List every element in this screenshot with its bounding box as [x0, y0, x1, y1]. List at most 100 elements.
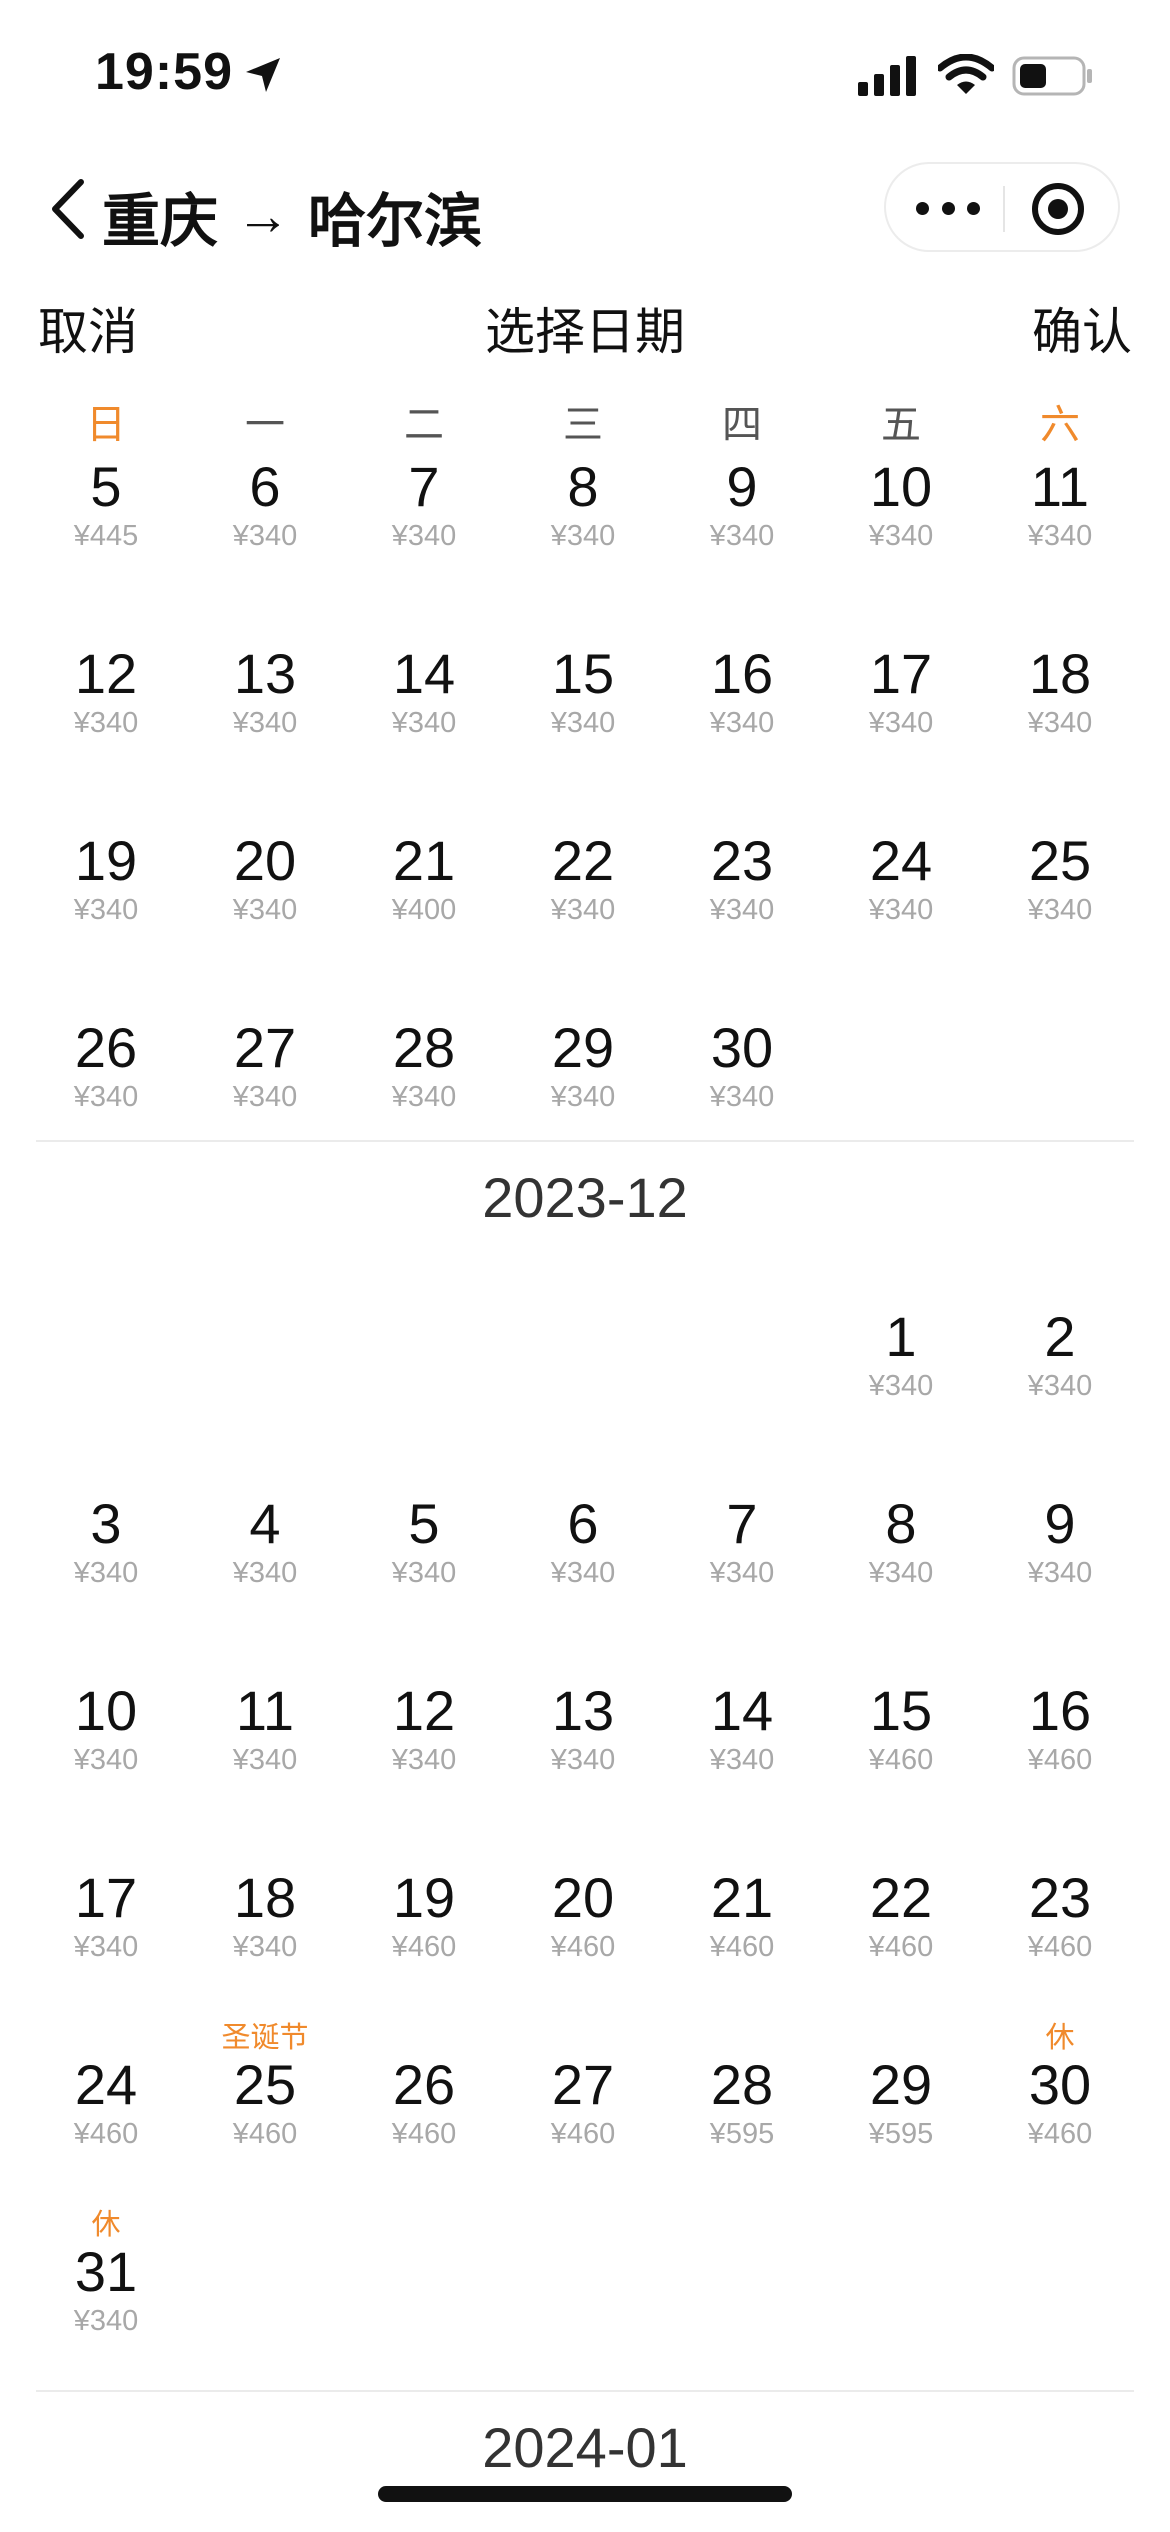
calendar-day[interactable]: 18 ¥340 [185, 1823, 345, 2003]
calendar-day[interactable]: 21 ¥400 [344, 786, 504, 966]
calendar-day[interactable]: 7 ¥340 [662, 1449, 822, 1629]
calendar-day[interactable]: 15 ¥460 [821, 1636, 981, 1816]
day-number: 16 [710, 642, 774, 705]
calendar-day[interactable]: 5 ¥340 [344, 1449, 504, 1629]
calendar-day[interactable]: 20 ¥340 [185, 786, 345, 966]
day-number: 27 [233, 1016, 297, 1079]
wifi-icon [938, 54, 994, 94]
calendar-day[interactable]: 5 ¥445 [26, 412, 186, 592]
calendar-day[interactable]: 24 ¥340 [821, 786, 981, 966]
day-price: ¥340 [73, 1081, 139, 1113]
calendar-day[interactable]: 17 ¥340 [821, 599, 981, 779]
day-price: ¥595 [709, 2118, 775, 2150]
calendar-day[interactable]: 3 ¥340 [26, 1449, 186, 1629]
day-price: ¥340 [73, 707, 139, 739]
day-number: 13 [551, 1679, 615, 1742]
chevron-left-icon[interactable] [45, 176, 95, 242]
calendar-day[interactable]: 19 ¥460 [344, 1823, 504, 2003]
calendar-day[interactable]: 10 ¥340 [821, 412, 981, 592]
day-number: 28 [710, 2053, 774, 2116]
calendar-day[interactable]: 18 ¥340 [980, 599, 1140, 779]
calendar-day[interactable]: 休 31 ¥340 [26, 2197, 186, 2377]
calendar-day[interactable]: 圣诞节 25 ¥460 [185, 2010, 345, 2190]
day-price: ¥340 [232, 707, 298, 739]
day-price: ¥460 [709, 1931, 775, 1963]
calendar-day[interactable]: 1 ¥340 [821, 1262, 981, 1442]
calendar-day[interactable]: 19 ¥340 [26, 786, 186, 966]
calendar-day[interactable]: 11 ¥340 [980, 412, 1140, 592]
calendar-day[interactable]: 30 ¥340 [662, 973, 822, 1153]
calendar-day[interactable]: 28 ¥595 [662, 2010, 822, 2190]
confirm-button[interactable]: 确认 [1032, 292, 1132, 364]
calendar-day[interactable]: 2 ¥340 [980, 1262, 1140, 1442]
day-price: ¥340 [232, 1744, 298, 1776]
home-indicator [378, 2486, 792, 2502]
calendar-day[interactable]: 10 ¥340 [26, 1636, 186, 1816]
calendar-day[interactable]: 13 ¥340 [503, 1636, 663, 1816]
more-dots-icon[interactable] [916, 190, 980, 226]
day-number: 5 [408, 1492, 440, 1555]
day-number: 18 [233, 1866, 297, 1929]
day-price: ¥340 [868, 894, 934, 926]
day-price: ¥460 [550, 2118, 616, 2150]
day-number: 6 [567, 1492, 599, 1555]
calendar-day[interactable]: 26 ¥460 [344, 2010, 504, 2190]
calendar-day[interactable]: 29 ¥340 [503, 973, 663, 1153]
day-price: ¥340 [391, 1557, 457, 1589]
day-price: ¥460 [232, 2118, 298, 2150]
calendar-day[interactable]: 27 ¥460 [503, 2010, 663, 2190]
calendar-day[interactable]: 9 ¥340 [662, 412, 822, 592]
calendar-day[interactable]: 12 ¥340 [344, 1636, 504, 1816]
calendar-day[interactable]: 16 ¥460 [980, 1636, 1140, 1816]
calendar-day[interactable]: 8 ¥340 [821, 1449, 981, 1629]
day-price: ¥340 [550, 894, 616, 926]
calendar-day[interactable]: 8 ¥340 [503, 412, 663, 592]
calendar-day[interactable]: 26 ¥340 [26, 973, 186, 1153]
day-price: ¥460 [391, 2118, 457, 2150]
day-number: 26 [392, 2053, 456, 2116]
calendar-day[interactable]: 7 ¥340 [344, 412, 504, 592]
day-price: ¥460 [550, 1931, 616, 1963]
calendar-day[interactable]: 20 ¥460 [503, 1823, 663, 2003]
calendar-day[interactable]: 16 ¥340 [662, 599, 822, 779]
calendar-day[interactable]: 4 ¥340 [185, 1449, 345, 1629]
day-number: 10 [74, 1679, 138, 1742]
day-number: 29 [551, 1016, 615, 1079]
day-number: 14 [710, 1679, 774, 1742]
day-number: 9 [726, 455, 758, 518]
calendar-day[interactable]: 6 ¥340 [185, 412, 345, 592]
calendar-day[interactable]: 17 ¥340 [26, 1823, 186, 2003]
calendar-day[interactable]: 22 ¥340 [503, 786, 663, 966]
calendar-day[interactable]: 23 ¥340 [662, 786, 822, 966]
day-price: ¥340 [1027, 707, 1093, 739]
calendar-day[interactable]: 27 ¥340 [185, 973, 345, 1153]
calendar-day[interactable]: 9 ¥340 [980, 1449, 1140, 1629]
calendar-day[interactable]: 23 ¥460 [980, 1823, 1140, 2003]
day-price: ¥340 [232, 894, 298, 926]
day-number: 12 [74, 642, 138, 705]
day-number: 26 [74, 1016, 138, 1079]
calendar-day[interactable]: 12 ¥340 [26, 599, 186, 779]
calendar-day[interactable]: 25 ¥340 [980, 786, 1140, 966]
capsule-divider [1003, 186, 1005, 232]
calendar-day[interactable]: 6 ¥340 [503, 1449, 663, 1629]
calendar-day[interactable]: 22 ¥460 [821, 1823, 981, 2003]
calendar-day[interactable]: 24 ¥460 [26, 2010, 186, 2190]
calendar-day[interactable]: 21 ¥460 [662, 1823, 822, 2003]
calendar-day[interactable]: 休 30 ¥460 [980, 2010, 1140, 2190]
calendar-day[interactable]: 28 ¥340 [344, 973, 504, 1153]
day-number: 29 [869, 2053, 933, 2116]
day-price: ¥340 [709, 1744, 775, 1776]
day-number: 9 [1044, 1492, 1076, 1555]
calendar-day[interactable]: 14 ¥340 [662, 1636, 822, 1816]
day-price: ¥340 [550, 707, 616, 739]
day-price: ¥340 [550, 1557, 616, 1589]
calendar-day[interactable]: 14 ¥340 [344, 599, 504, 779]
target-circle-icon[interactable] [1032, 183, 1084, 235]
calendar-day[interactable]: 13 ¥340 [185, 599, 345, 779]
calendar-day[interactable]: 15 ¥340 [503, 599, 663, 779]
day-price: ¥340 [1027, 1557, 1093, 1589]
calendar-day[interactable]: 29 ¥595 [821, 2010, 981, 2190]
calendar-day[interactable]: 11 ¥340 [185, 1636, 345, 1816]
route-arrow: → [236, 186, 291, 246]
